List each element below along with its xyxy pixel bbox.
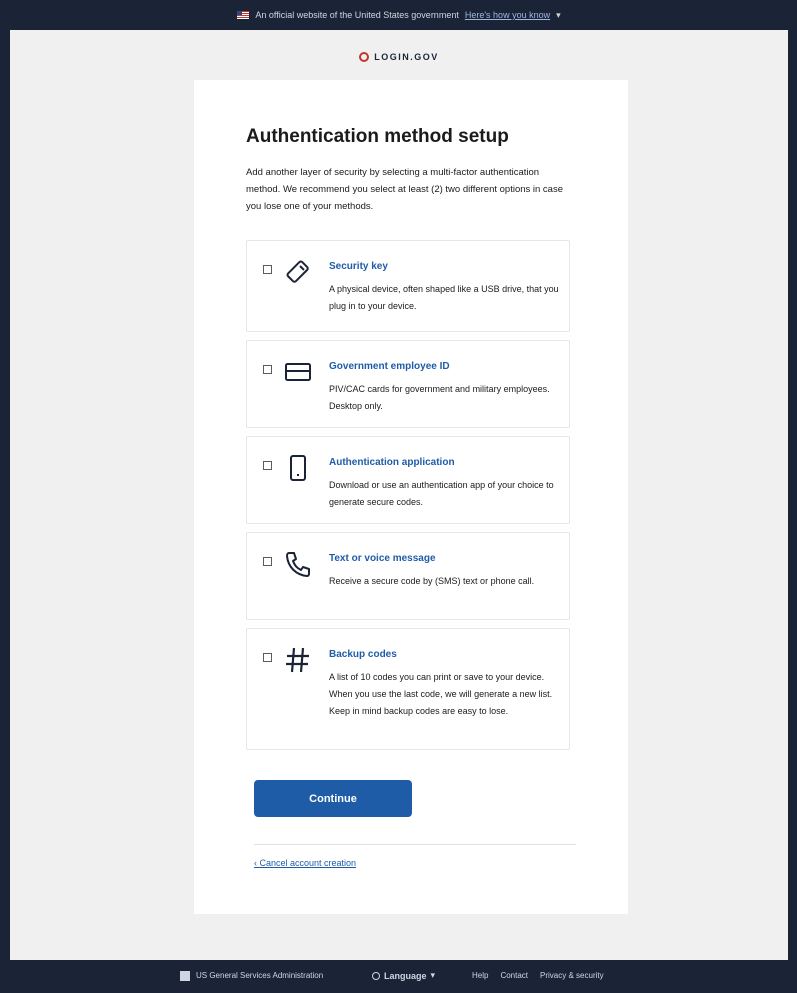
setup-card: Authentication method setup Add another … [194,80,628,914]
divider [254,844,576,845]
footer-links: Help Contact Privacy & security [472,971,604,980]
option-title: Security key [329,261,388,272]
backup-codes-checkbox[interactable] [263,653,272,662]
page-title: Authentication method setup [246,126,509,147]
cancel-account-creation-link[interactable]: ‹ Cancel account creation [254,858,356,868]
page-frame: An official website of the United States… [10,0,788,993]
gov-banner: An official website of the United States… [10,0,788,30]
option-description: Receive a secure code by (SMS) text or p… [329,576,535,586]
security-key-checkbox[interactable] [263,265,272,274]
gov-banner-text: An official website of the United States… [255,10,459,20]
chevron-down-icon[interactable]: ▾ [556,10,561,21]
contact-link[interactable]: Contact [500,971,528,980]
gsa-logo-icon [180,971,190,981]
privacy-link[interactable]: Privacy & security [540,971,604,980]
globe-icon [372,971,380,980]
option-title: Text or voice message [329,553,436,564]
site-logo[interactable]: LOGIN.GOV [10,44,788,70]
language-selector[interactable]: Language ▾ [372,970,435,981]
help-link[interactable]: Help [472,971,488,980]
telephone-icon [283,549,313,579]
heres-how-link[interactable]: Here's how you know [465,10,550,20]
logo-text: LOGIN.GOV [374,52,439,62]
option-description: A physical device, often shaped like a U… [329,284,559,311]
text-voice-checkbox[interactable] [263,557,272,566]
government-id-checkbox[interactable] [263,365,272,374]
logo-icon [359,52,370,62]
auth-app-checkbox[interactable] [263,461,272,470]
backup-codes-icon [283,645,313,675]
id-card-icon [283,357,313,387]
option-title: Backup codes [329,649,397,660]
option-description: A list of 10 codes you can print or save… [329,672,553,716]
intro-text: Add another layer of security by selecti… [246,167,564,212]
option-security-key[interactable]: Security key A physical device, often sh… [246,240,570,332]
option-auth-app[interactable]: Authentication application Download or u… [246,436,570,524]
option-text-voice[interactable]: Text or voice message Receive a secure c… [246,532,570,620]
site-footer: US General Services Administration Langu… [10,960,788,993]
option-description: PIV/CAC cards for government and militar… [329,384,550,411]
option-description: Download or use an authentication app of… [329,480,554,507]
option-government-id[interactable]: Government employee ID PIV/CAC cards for… [246,340,570,428]
chevron-down-icon: ▾ [430,970,436,980]
phone-icon [283,453,313,483]
agency-name[interactable]: US General Services Administration [196,971,323,980]
us-flag-icon [237,11,250,19]
continue-button[interactable]: Continue [254,780,412,817]
option-title: Government employee ID [329,361,450,372]
option-backup-codes[interactable]: Backup codes A list of 10 codes you can … [246,628,570,750]
security-key-icon [283,257,313,287]
language-label: Language [384,970,427,981]
option-title: Authentication application [329,457,455,468]
